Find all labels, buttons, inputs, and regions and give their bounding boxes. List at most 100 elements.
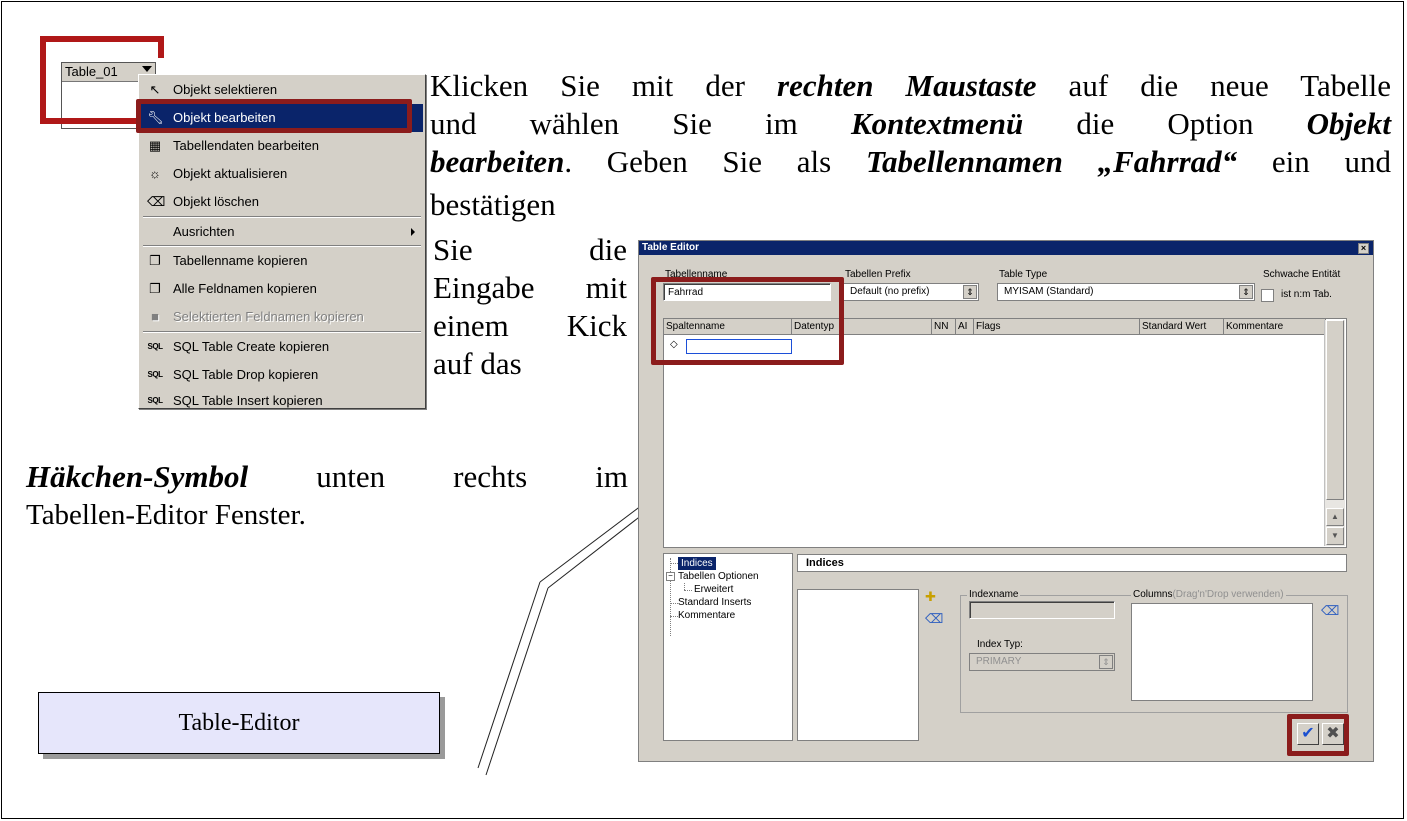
- instruction-line-3: bearbeiten. Geben Sie als Tabellennamen …: [430, 144, 1391, 179]
- columns-group-hint: (Drag'n'Drop verwenden): [1172, 589, 1284, 600]
- menu-item-label: SQL Table Insert kopieren: [173, 393, 323, 408]
- instruction-line-10: Tabellen-Editor Fenster.: [26, 499, 306, 531]
- copy-icon: ❐: [149, 281, 161, 296]
- instruction-column-line: auf das: [433, 346, 522, 381]
- vertical-scrollbar[interactable]: ▲ ▼: [1324, 320, 1345, 546]
- tree-connector: [670, 558, 671, 636]
- instruction-text: Klicken Sie mit der rechten Maustaste au…: [430, 67, 1391, 181]
- close-icon[interactable]: ×: [1358, 243, 1369, 254]
- menu-item-copy-all-field-names[interactable]: ❐ Alle Feldnamen kopieren: [141, 275, 423, 303]
- menu-item-delete-object[interactable]: ⌫ Objekt löschen: [141, 188, 423, 216]
- menu-item-label: Objekt löschen: [173, 194, 259, 209]
- highlight-ok-button: [1287, 714, 1349, 756]
- menu-item-copy-sql-drop[interactable]: SQL SQL Table Drop kopieren: [141, 361, 423, 389]
- submenu-arrow-icon: [411, 228, 415, 236]
- options-tree: Indices − Tabellen Optionen Erweitert St…: [663, 553, 793, 741]
- column-header-ai[interactable]: AI: [956, 319, 974, 335]
- instruction-line-9: Häkchen-Symbol unten rechts im: [26, 459, 628, 494]
- tree-connector: [684, 590, 692, 591]
- menu-item-label: Objekt selektieren: [173, 82, 278, 97]
- menu-item-label: Tabellendaten bearbeiten: [173, 138, 320, 153]
- columns-group-title: Columns: [1133, 589, 1173, 600]
- add-index-icon[interactable]: ✚: [925, 589, 936, 605]
- menu-item-refresh-object[interactable]: ☼ Objekt aktualisieren: [141, 160, 423, 188]
- instruction-column-line: einem Kick: [433, 308, 627, 343]
- sql-icon: SQL: [147, 370, 163, 379]
- eraser-icon: ⌫: [147, 194, 166, 209]
- indexname-label: Indexname: [967, 589, 1021, 600]
- instruction-column-line: Sie die: [433, 232, 627, 267]
- prefix-select[interactable]: Default (no prefix) ⇕: [843, 283, 979, 301]
- copy-icon: ■: [151, 309, 159, 324]
- menu-item-label: Tabellenname kopieren: [173, 253, 308, 268]
- scrollbar-thumb[interactable]: [1326, 320, 1344, 500]
- weak-entity-label: Schwache Entität: [1263, 269, 1341, 280]
- instruction-line-4: bestätigen: [430, 187, 556, 222]
- menu-item-edit-table-data[interactable]: ▦ Tabellendaten bearbeiten: [141, 132, 423, 160]
- spinner-icon[interactable]: ⇕: [1239, 285, 1253, 299]
- prefix-label: Tabellen Prefix: [845, 269, 911, 280]
- prefix-select-value: Default (no prefix): [850, 286, 930, 297]
- scroll-down-button[interactable]: ▼: [1326, 527, 1344, 545]
- refresh-icon: ☼: [149, 166, 161, 181]
- menu-item-copy-sql-create[interactable]: SQL SQL Table Create kopieren: [141, 333, 423, 361]
- eraser-icon[interactable]: ⌫: [1321, 603, 1339, 619]
- instruction-line-1: Klicken Sie mit der rechten Maustaste au…: [430, 68, 1391, 103]
- tree-item-advanced[interactable]: Erweitert: [694, 583, 733, 596]
- indexname-input[interactable]: [969, 601, 1115, 619]
- menu-item-align[interactable]: Ausrichten: [141, 218, 423, 246]
- instruction-column-line: Eingabe mit: [433, 270, 627, 305]
- sql-icon: SQL: [147, 342, 163, 351]
- index-list[interactable]: [797, 589, 919, 741]
- window-title-bar: Table Editor ×: [639, 241, 1373, 255]
- menu-item-copy-selected-field-names[interactable]: ■ Selektierten Feldnamen kopieren: [141, 303, 423, 331]
- tree-item-comments[interactable]: Kommentare: [678, 609, 735, 622]
- spinner-icon[interactable]: ⇕: [963, 285, 977, 299]
- menu-item-label: Objekt aktualisieren: [173, 166, 288, 181]
- index-type-value: PRIMARY: [976, 656, 1022, 667]
- copy-icon: ❐: [149, 253, 161, 268]
- eraser-icon[interactable]: ⌫: [925, 611, 943, 627]
- table-type-select[interactable]: MYISAM (Standard) ⇕: [997, 283, 1255, 301]
- grid-icon: ▦: [148, 138, 162, 153]
- cursor-icon: ↖: [149, 82, 161, 97]
- window-title: Table Editor: [642, 242, 700, 253]
- tree-connector: [670, 603, 678, 604]
- tree-connector: [670, 616, 678, 617]
- column-header-comments[interactable]: Kommentare: [1224, 319, 1326, 335]
- collapse-icon[interactable]: −: [666, 572, 675, 581]
- highlight-bracket-tick: [158, 36, 164, 58]
- tree-item-standard-inserts[interactable]: Standard Inserts: [678, 596, 751, 609]
- highlight-edit-object: [136, 99, 412, 133]
- menu-item-label: Alle Feldnamen kopieren: [173, 281, 317, 296]
- index-type-label: Index Typ:: [977, 639, 1023, 650]
- menu-item-label: Selektierten Feldnamen kopieren: [173, 309, 364, 324]
- menu-item-copy-table-name[interactable]: ❐ Tabellenname kopieren: [141, 247, 423, 275]
- table-type-label: Table Type: [999, 269, 1048, 280]
- nm-table-checkbox[interactable]: [1261, 289, 1274, 302]
- column-header-nn[interactable]: NN: [932, 319, 956, 335]
- columns-group-label: Columns(Drag'n'Drop verwenden): [1131, 589, 1286, 600]
- column-header-flags[interactable]: Flags: [974, 319, 1140, 335]
- tree-connector: [684, 583, 685, 590]
- column-header-default[interactable]: Standard Wert: [1140, 319, 1224, 335]
- menu-item-label: SQL Table Create kopieren: [173, 339, 330, 354]
- nm-table-label: ist n:m Tab.: [1281, 289, 1332, 300]
- instruction-bottom: Häkchen-Symbol unten rechts im Tabellen-…: [26, 458, 628, 534]
- index-columns-list[interactable]: [1131, 603, 1313, 701]
- tree-connector: [670, 563, 678, 564]
- tree-item-table-options[interactable]: Tabellen Optionen: [678, 570, 759, 583]
- index-type-select[interactable]: PRIMARY ⇕: [969, 653, 1115, 671]
- spinner-icon[interactable]: ⇕: [1099, 655, 1113, 669]
- menu-item-copy-sql-insert[interactable]: SQL SQL Table Insert kopieren: [141, 387, 423, 415]
- caption-box: Table-Editor: [38, 692, 440, 754]
- scroll-up-button[interactable]: ▲: [1326, 508, 1344, 526]
- menu-item-label: Ausrichten: [173, 224, 235, 239]
- instruction-line-2: und wählen Sie im Kontextmenü die Option…: [430, 106, 1391, 141]
- menu-item-label: SQL Table Drop kopieren: [173, 367, 319, 382]
- tree-item-indices[interactable]: Indices: [678, 557, 716, 570]
- instruction-column: Sie die Eingabe mit einem Kick auf das: [433, 231, 627, 383]
- sql-icon: SQL: [147, 396, 163, 405]
- highlight-table-name: [651, 277, 844, 365]
- table-type-value: MYISAM (Standard): [1004, 286, 1094, 297]
